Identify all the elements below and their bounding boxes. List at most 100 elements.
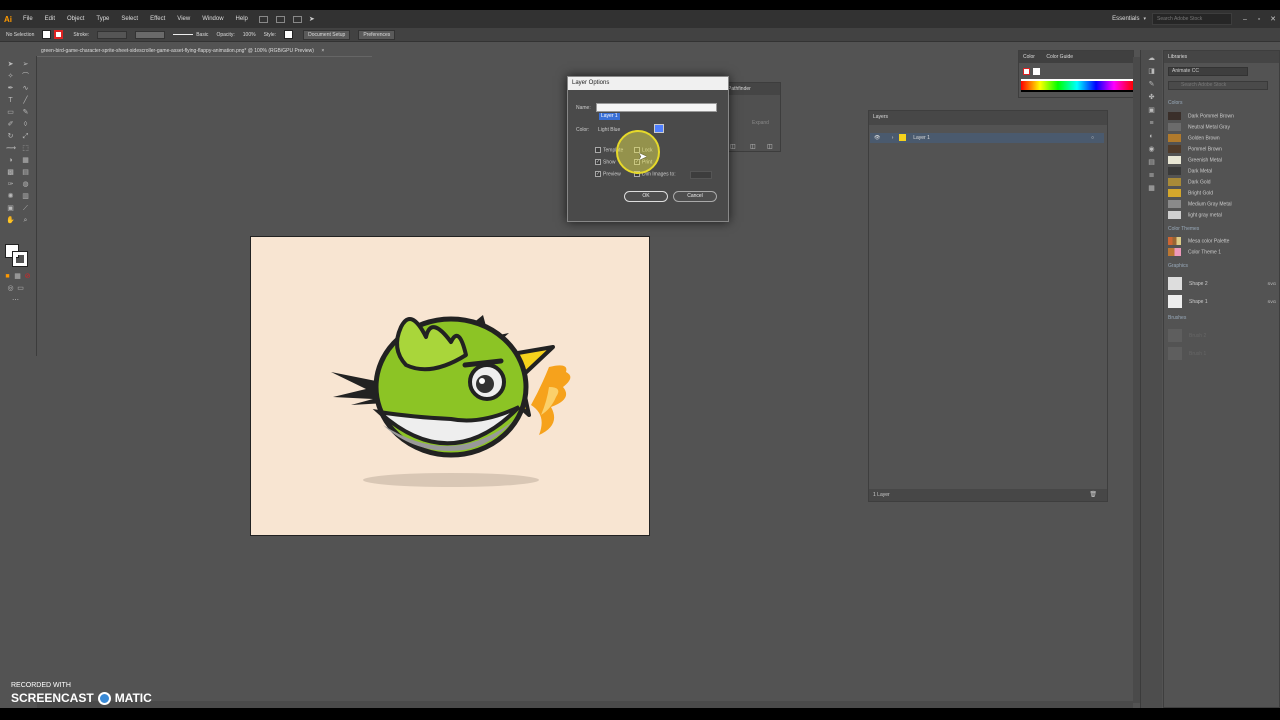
colors-section-header[interactable]: Colors [1168, 100, 1182, 106]
gradient-mode-icon[interactable]: ▦ [13, 272, 22, 281]
libraries-tab[interactable]: Libraries [1168, 54, 1187, 60]
library-color-item[interactable]: Greenish Metal [1168, 156, 1222, 166]
layer-name[interactable]: Layer 1 [913, 135, 930, 141]
column-graph-tool-icon[interactable]: ▥ [21, 192, 30, 201]
variable-width-profile[interactable] [135, 30, 166, 39]
scale-tool-icon[interactable]: ⤢ [21, 132, 30, 141]
pathfinder-intersect-icon[interactable]: ◫ [767, 143, 773, 150]
color-theme-item[interactable]: Color Theme 1 [1168, 248, 1221, 258]
menu-type[interactable]: Type [96, 16, 109, 22]
bridge-icon[interactable] [258, 15, 268, 23]
properties-icon[interactable]: ◨ [1147, 68, 1157, 76]
tab-color-guide[interactable]: Color Guide [1046, 54, 1073, 60]
cancel-button[interactable]: Cancel [673, 191, 717, 202]
shaper-tool-icon[interactable]: ✐ [6, 120, 15, 129]
chevron-down-icon[interactable]: ▾ [1143, 16, 1146, 22]
brush-definition[interactable]: Basic [196, 32, 208, 38]
menu-object[interactable]: Object [67, 16, 84, 22]
layer-color-swatch[interactable] [654, 124, 664, 133]
chevron-right-icon[interactable]: › [892, 135, 894, 141]
color-spectrum[interactable] [1021, 79, 1133, 92]
stroke-weight-field[interactable] [97, 30, 128, 39]
color-stroke-icon[interactable] [1033, 68, 1040, 75]
menu-select[interactable]: Select [121, 16, 138, 22]
preview-checkbox[interactable]: ✓ Preview [595, 171, 621, 177]
menu-view[interactable]: View [177, 16, 190, 22]
maximize-icon[interactable]: ▫ [1252, 16, 1266, 23]
type-tool-icon[interactable]: T [6, 96, 15, 105]
align-icon[interactable]: ▤ [1147, 159, 1157, 167]
pathfinder-expand-button[interactable]: Expand [752, 120, 769, 126]
library-color-item[interactable]: Neutral Metal Gray [1168, 123, 1230, 133]
paintbrush-tool-icon[interactable]: ✎ [21, 108, 30, 117]
shape-builder-tool-icon[interactable]: ◑ [6, 156, 15, 165]
stock-search-input[interactable]: Search Adobe Stock [1152, 13, 1232, 25]
layer-name-input[interactable]: Layer 1 [596, 103, 717, 120]
gradient-tool-icon[interactable]: ▤ [21, 168, 30, 177]
library-color-item[interactable]: Dark Pommel Brown [1168, 112, 1234, 122]
delete-layer-icon[interactable]: 🗑 [1089, 491, 1097, 498]
library-color-item[interactable]: Dark Gold [1168, 178, 1211, 188]
artboard[interactable] [250, 236, 650, 536]
close-icon[interactable]: ✕ [1266, 15, 1280, 23]
swatches-icon[interactable]: ▦ [1147, 185, 1157, 193]
fill-swatch[interactable] [42, 30, 52, 39]
draw-mode-icon[interactable]: ◎ [6, 284, 15, 293]
appearance-icon[interactable]: ◉ [1147, 146, 1157, 154]
graphic-styles-icon[interactable]: ▣ [1147, 107, 1157, 115]
menu-effect[interactable]: Effect [150, 16, 165, 22]
color-theme-item[interactable]: Mesa color Palette [1168, 237, 1229, 247]
library-color-item[interactable]: Dark Metal [1168, 167, 1212, 177]
slice-tool-icon[interactable]: ⟋ [21, 204, 30, 213]
eye-icon[interactable]: 👁 [874, 135, 880, 141]
preferences-button[interactable]: Preferences [358, 29, 396, 40]
library-color-item[interactable]: light gray metal [1168, 211, 1222, 221]
vertical-scrollbar[interactable] [1133, 57, 1140, 703]
menu-icon[interactable]: ≡ [1147, 120, 1157, 128]
library-search-input[interactable]: Search Adobe Stock [1168, 81, 1268, 90]
library-color-item[interactable]: Pommel Brown [1168, 145, 1222, 155]
graphic-style-swatch[interactable] [284, 30, 294, 39]
zoom-tool-icon[interactable]: ⌕ [21, 216, 30, 225]
screen-mode-icon[interactable]: ▭ [16, 284, 25, 293]
layer-color-select[interactable]: Light Blue [598, 127, 620, 133]
free-transform-tool-icon[interactable]: ⬚ [21, 144, 30, 153]
color-mode-icon[interactable]: ■ [3, 272, 12, 281]
symbol-sprayer-tool-icon[interactable]: ✺ [6, 192, 15, 201]
graphic-item[interactable]: Shape 2 SVG [1168, 277, 1276, 291]
brush-item[interactable]: Brush 2 [1168, 329, 1206, 342]
tab-color[interactable]: Color [1023, 54, 1035, 60]
libraries-icon[interactable]: ☁ [1147, 55, 1157, 63]
edit-toolbar-icon[interactable]: ⋯ [11, 296, 20, 305]
brushes-icon[interactable]: ✎ [1147, 81, 1157, 89]
rectangle-tool-icon[interactable]: ▭ [6, 108, 15, 117]
hand-tool-icon[interactable]: ✋ [6, 216, 15, 225]
grid-icon[interactable] [292, 15, 302, 23]
line-tool-icon[interactable]: ╱ [21, 96, 30, 105]
rotate-tool-icon[interactable]: ↻ [6, 132, 15, 141]
eyedropper-tool-icon[interactable]: ✑ [6, 180, 15, 189]
transparency-icon[interactable]: ◐ [1147, 133, 1157, 141]
document-tab[interactable]: green-bird-game-character-sprite-sheet-s… [37, 45, 372, 57]
pen-tool-icon[interactable]: ✒ [6, 84, 15, 93]
color-fill-icon[interactable] [1023, 68, 1030, 75]
menu-window[interactable]: Window [202, 16, 223, 22]
opacity-field[interactable]: 100% [243, 32, 256, 38]
symbols-icon[interactable]: ✤ [1147, 94, 1157, 102]
stroke-color-swatch[interactable] [12, 251, 28, 267]
library-color-item[interactable]: Medium Gray Metal [1168, 200, 1232, 210]
close-icon[interactable]: × [321, 48, 324, 54]
workspace-switcher[interactable]: Essentials [1112, 16, 1139, 22]
library-color-item[interactable]: Bright Gold [1168, 189, 1213, 199]
layer-row[interactable]: 👁 › Layer 1 ○ [870, 133, 1104, 143]
brush-item[interactable]: Brush 1 [1168, 347, 1206, 360]
menu-file[interactable]: File [23, 16, 33, 22]
blend-tool-icon[interactable]: ◍ [21, 180, 30, 189]
target-icon[interactable]: ○ [1091, 133, 1094, 143]
graphics-section-header[interactable]: Graphics [1168, 263, 1188, 269]
mesh-tool-icon[interactable]: ▩ [6, 168, 15, 177]
selection-tool-icon[interactable]: ➤ [6, 60, 15, 69]
themes-section-header[interactable]: Color Themes [1168, 226, 1199, 232]
artboard-tool-icon[interactable]: ▣ [6, 204, 15, 213]
dim-images-field[interactable] [690, 171, 712, 179]
